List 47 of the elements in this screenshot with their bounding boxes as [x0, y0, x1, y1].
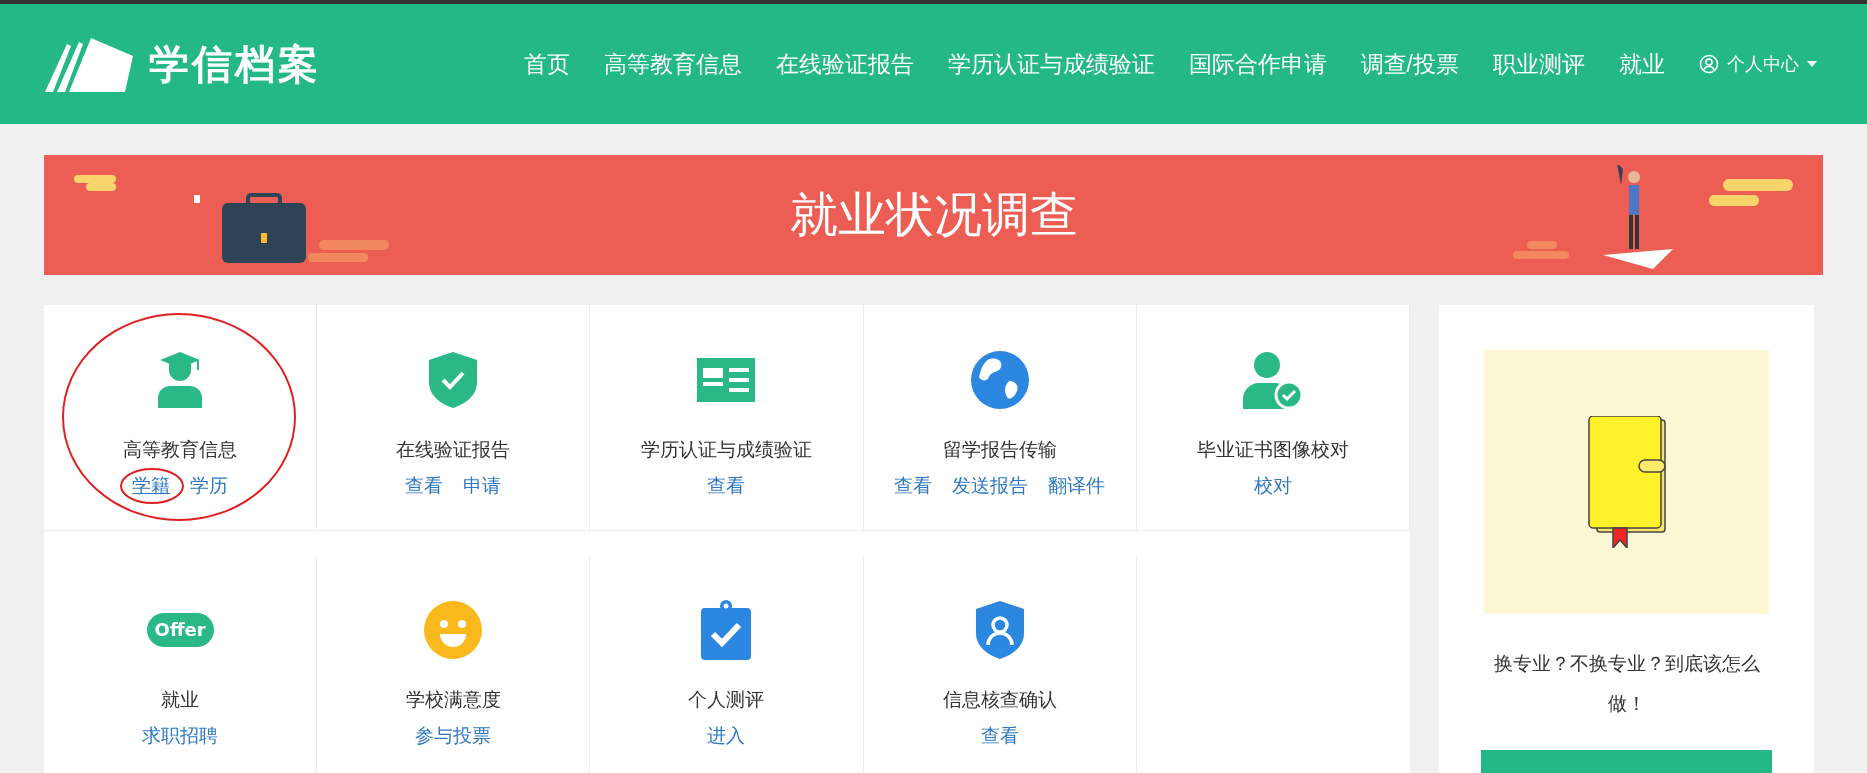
service-link[interactable]: 学历 — [190, 475, 229, 496]
service-title: 高等教育信息 — [123, 438, 238, 462]
service-link[interactable]: 学籍 — [132, 475, 171, 496]
service-title: 毕业证书图像校对 — [1196, 438, 1349, 462]
caret-icon — [1807, 61, 1817, 67]
service-link[interactable]: 参与投票 — [415, 725, 492, 746]
service-title: 个人测评 — [688, 688, 765, 712]
nav-link[interactable]: 在线验证报告 — [775, 46, 914, 82]
shield-check-icon — [429, 352, 478, 408]
service-title: 学历认证与成绩验证 — [641, 438, 812, 462]
nav-link[interactable]: 调查/投票 — [1360, 46, 1459, 82]
nav-link[interactable]: 就业 — [1619, 46, 1665, 82]
offer-icon: Offer — [146, 613, 214, 647]
logo-icon — [45, 36, 133, 92]
service-link[interactable]: 翻译件 — [1048, 475, 1106, 496]
banner-title: 就业状况调查 — [789, 187, 1078, 243]
service-title: 留学报告传输 — [942, 438, 1057, 462]
nav-link[interactable]: 职业测评 — [1493, 46, 1585, 82]
smiley-face-icon — [424, 601, 483, 659]
user-check-icon — [1242, 351, 1303, 409]
service-link[interactable]: 查看 — [894, 475, 933, 496]
clipboard-check-icon — [701, 600, 752, 660]
globe-icon — [970, 351, 1029, 409]
service-link[interactable]: 进入 — [707, 725, 746, 746]
service-link[interactable]: 查看 — [405, 475, 444, 496]
nav-link[interactable]: 国际合作申请 — [1188, 46, 1327, 82]
shield-user-icon — [975, 601, 1024, 659]
service-title: 在线验证报告 — [396, 438, 511, 462]
nav-link[interactable]: 高等教育信息 — [603, 46, 742, 82]
service-link[interactable]: 申请 — [463, 475, 502, 496]
nav-link[interactable]: 学历认证与成绩验证 — [947, 46, 1155, 82]
service-link[interactable]: 求职招聘 — [142, 725, 219, 746]
service-link[interactable]: 校对 — [1253, 475, 1292, 496]
graduate-icon — [158, 352, 203, 408]
service-title: 就业 — [161, 688, 200, 712]
user-menu[interactable]: 个人中心 — [1699, 50, 1817, 78]
nav-link[interactable]: 首页 — [523, 46, 570, 82]
service-title: 信息核查确认 — [942, 688, 1057, 712]
article-caption[interactable]: 换专业？不换专业？到底该怎么做！ — [1484, 643, 1769, 724]
logo-text: 学信档案 — [149, 41, 321, 88]
survey-banner[interactable]: 就业状况调查 — [44, 155, 1823, 275]
service-link[interactable]: 查看 — [707, 475, 746, 496]
service-link[interactable]: 查看 — [980, 725, 1019, 746]
service-link[interactable]: 发送报告 — [952, 475, 1029, 496]
id-card-icon — [697, 358, 756, 402]
service-title: 学校满意度 — [405, 688, 501, 712]
user-icon — [1699, 54, 1719, 74]
